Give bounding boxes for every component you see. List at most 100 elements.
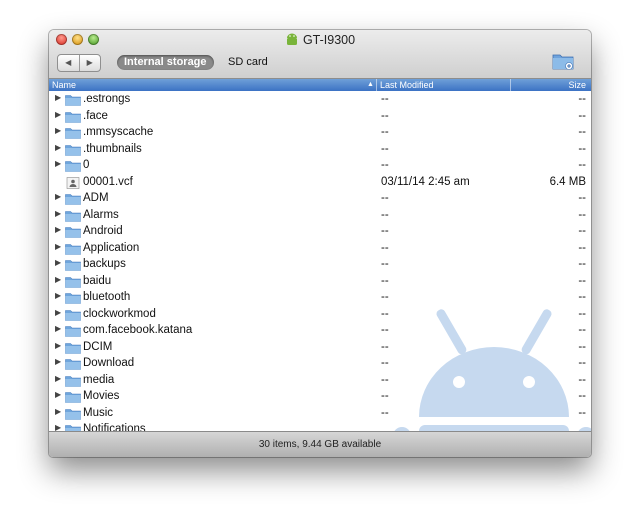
folder-icon bbox=[65, 325, 81, 340]
back-button[interactable]: ◀ bbox=[58, 55, 80, 71]
file-name: 0 bbox=[83, 159, 90, 171]
file-name: com.facebook.katana bbox=[83, 324, 193, 336]
disclosure-triangle-icon[interactable]: ▶ bbox=[55, 374, 61, 383]
disclosure-triangle-icon[interactable]: ▶ bbox=[55, 126, 61, 135]
file-name: .face bbox=[83, 109, 108, 122]
folder-icon bbox=[65, 276, 81, 291]
file-name: clockworkmod bbox=[83, 307, 156, 320]
column-last-modified[interactable]: Last Modified bbox=[380, 79, 434, 91]
file-modified: -- bbox=[381, 307, 389, 320]
file-name: Application bbox=[83, 241, 140, 254]
disclosure-triangle-icon[interactable]: ▶ bbox=[55, 275, 61, 284]
file-size: -- bbox=[578, 225, 586, 237]
disclosure-triangle-icon[interactable]: ▶ bbox=[55, 143, 61, 152]
file-size: -- bbox=[578, 109, 586, 122]
tab-sd-card[interactable]: SD card bbox=[221, 55, 275, 70]
folder-icon bbox=[65, 309, 81, 324]
file-modified: -- bbox=[381, 93, 389, 105]
file-row[interactable]: ▶ bluetooth -- -- bbox=[49, 290, 591, 307]
file-row[interactable]: ▶ .face -- -- bbox=[49, 109, 591, 126]
disclosure-triangle-icon[interactable]: ▶ bbox=[55, 291, 61, 300]
file-name: .estrongs bbox=[83, 93, 131, 105]
status-bar: 30 items, 9.44 GB available bbox=[49, 431, 591, 457]
contact-file-icon bbox=[65, 176, 81, 192]
folder-icon bbox=[65, 193, 81, 208]
file-size: -- bbox=[578, 373, 586, 386]
disclosure-triangle-icon[interactable]: ▶ bbox=[55, 357, 61, 366]
disclosure-triangle-icon[interactable]: ▶ bbox=[55, 209, 61, 218]
new-folder-icon[interactable] bbox=[552, 52, 574, 70]
folder-icon bbox=[65, 226, 81, 241]
forward-button[interactable]: ▶ bbox=[80, 55, 101, 71]
column-size[interactable]: Size bbox=[568, 79, 586, 91]
title-bar: GT-I9300 ◀ ▶ Internal storage SD card bbox=[49, 30, 591, 79]
file-row[interactable]: ▶ Movies -- -- bbox=[49, 389, 591, 406]
column-divider[interactable] bbox=[376, 79, 377, 91]
disclosure-triangle-icon[interactable]: ▶ bbox=[55, 242, 61, 251]
file-size: -- bbox=[578, 291, 586, 303]
folder-icon bbox=[65, 342, 81, 357]
history-nav: ◀ ▶ bbox=[57, 54, 101, 72]
file-modified: -- bbox=[381, 406, 389, 419]
file-row[interactable]: ▶ Notifications bbox=[49, 422, 591, 431]
file-list[interactable]: ▶ .estrongs -- -- ▶ .face -- -- ▶ .mmsyscache -- --… bbox=[49, 92, 591, 431]
file-row[interactable]: ▶ .mmsyscache -- -- bbox=[49, 125, 591, 142]
file-row[interactable]: ▶ backups -- -- bbox=[49, 257, 591, 274]
file-size: -- bbox=[578, 258, 586, 270]
file-row[interactable]: ▶ .thumbnails -- -- bbox=[49, 142, 591, 159]
file-size: -- bbox=[578, 307, 586, 320]
file-size: -- bbox=[578, 340, 586, 353]
folder-icon bbox=[65, 94, 81, 109]
folder-icon bbox=[65, 358, 81, 373]
folder-icon bbox=[65, 292, 81, 307]
disclosure-triangle-icon[interactable]: ▶ bbox=[55, 423, 61, 431]
disclosure-triangle-icon[interactable]: ▶ bbox=[55, 341, 61, 350]
file-name: Music bbox=[83, 406, 114, 419]
file-row[interactable]: ▶ DCIM -- -- bbox=[49, 340, 591, 357]
file-row[interactable]: 00001.vcf 03/11/14 2:45 am 6.4 MB bbox=[49, 175, 591, 192]
file-row[interactable]: ▶ Alarms -- -- bbox=[49, 208, 591, 225]
status-text: 30 items, 9.44 GB available bbox=[258, 439, 382, 450]
column-name[interactable]: Name bbox=[52, 79, 76, 91]
file-size: -- bbox=[578, 142, 586, 155]
file-name: ADM bbox=[83, 192, 109, 204]
tab-internal-storage[interactable]: Internal storage bbox=[117, 55, 214, 70]
disclosure-triangle-icon[interactable]: ▶ bbox=[55, 308, 61, 317]
file-modified: -- bbox=[381, 373, 389, 386]
file-row[interactable]: ▶ Music -- -- bbox=[49, 406, 591, 423]
file-row[interactable]: ▶ 0 -- -- bbox=[49, 158, 591, 175]
file-row[interactable]: ▶ clockworkmod -- -- bbox=[49, 307, 591, 324]
file-size: -- bbox=[578, 390, 586, 402]
file-row[interactable]: ▶ baidu -- -- bbox=[49, 274, 591, 291]
file-name: backups bbox=[83, 258, 126, 270]
file-row[interactable]: ▶ Application -- -- bbox=[49, 241, 591, 258]
file-size: -- bbox=[578, 93, 586, 105]
disclosure-triangle-icon[interactable]: ▶ bbox=[55, 407, 61, 416]
folder-icon bbox=[65, 391, 81, 406]
file-row[interactable]: ▶ .estrongs -- -- bbox=[49, 92, 591, 109]
disclosure-triangle-icon[interactable]: ▶ bbox=[55, 159, 61, 168]
file-row[interactable]: ▶ Android -- -- bbox=[49, 224, 591, 241]
column-divider[interactable] bbox=[510, 79, 511, 91]
file-modified: 03/11/14 2:45 am bbox=[381, 175, 470, 188]
disclosure-triangle-icon[interactable]: ▶ bbox=[55, 225, 61, 234]
folder-icon bbox=[65, 375, 81, 390]
file-row[interactable]: ▶ media -- -- bbox=[49, 373, 591, 390]
disclosure-triangle-icon[interactable]: ▶ bbox=[55, 390, 61, 399]
disclosure-triangle-icon[interactable]: ▶ bbox=[55, 93, 61, 102]
folder-icon bbox=[65, 144, 81, 159]
file-row[interactable]: ▶ Download -- -- bbox=[49, 356, 591, 373]
file-name: Download bbox=[83, 357, 135, 369]
disclosure-triangle-icon[interactable]: ▶ bbox=[55, 324, 61, 333]
file-size: -- bbox=[578, 241, 586, 254]
file-modified: -- bbox=[381, 390, 389, 402]
disclosure-triangle-icon[interactable]: ▶ bbox=[55, 110, 61, 119]
folder-icon bbox=[65, 243, 81, 258]
disclosure-triangle-icon[interactable]: ▶ bbox=[55, 258, 61, 267]
file-row[interactable]: ▶ com.facebook.katana -- -- bbox=[49, 323, 591, 340]
window-title-text: GT-I9300 bbox=[302, 33, 356, 47]
file-name: media bbox=[83, 373, 115, 386]
disclosure-triangle-icon[interactable]: ▶ bbox=[55, 192, 61, 201]
file-row[interactable]: ▶ ADM -- -- bbox=[49, 191, 591, 208]
file-size: -- bbox=[578, 357, 586, 369]
